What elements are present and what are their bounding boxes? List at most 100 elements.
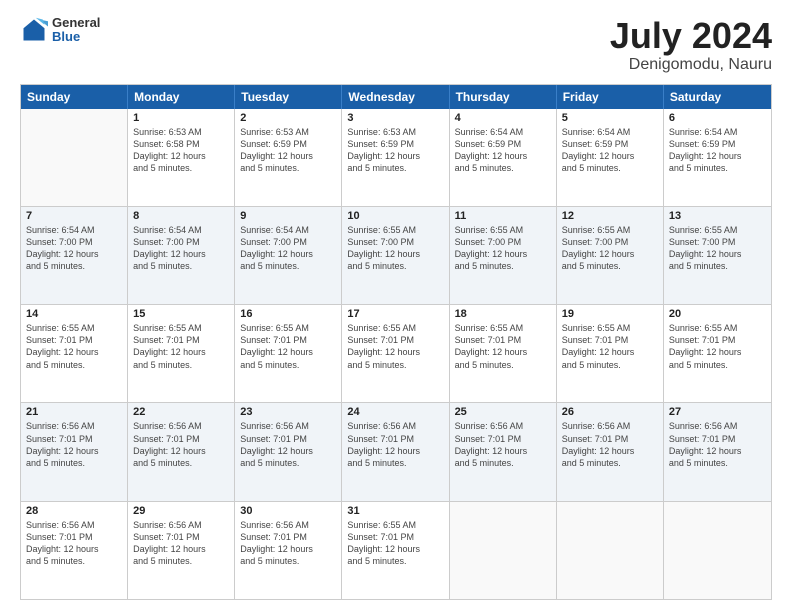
header-day-sunday: Sunday [21,85,128,109]
day-number: 17 [347,308,443,320]
day-number: 25 [455,406,551,418]
day-number: 8 [133,210,229,222]
day-number: 26 [562,406,658,418]
logo-text: General Blue [52,16,100,45]
day-number: 28 [26,505,122,517]
day-number: 31 [347,505,443,517]
calendar-row-5: 28 Sunrise: 6:56 AMSunset: 7:01 PMDayligh… [21,501,771,599]
day-info: Sunrise: 6:55 AMSunset: 7:01 PMDaylight:… [562,322,658,371]
day-info: Sunrise: 6:54 AMSunset: 6:59 PMDaylight:… [562,126,658,175]
day-info: Sunrise: 6:55 AMSunset: 7:00 PMDaylight:… [347,224,443,273]
day-number: 22 [133,406,229,418]
day-info: Sunrise: 6:53 AMSunset: 6:59 PMDaylight:… [240,126,336,175]
calendar-cell: 15Sunrise: 6:55 AMSunset: 7:01 PMDayligh… [128,305,235,402]
calendar-cell: 1Sunrise: 6:53 AMSunset: 6:58 PMDaylight… [128,109,235,206]
calendar-cell [21,109,128,206]
calendar-cell: 31 Sunrise: 6:55 AMSunset: 7:01 PMDayligh… [342,502,449,599]
day-number: 5 [562,112,658,124]
day-info: Sunrise: 6:55 AMSunset: 7:00 PMDaylight:… [669,224,766,273]
day-number: 19 [562,308,658,320]
day-info: Sunrise: 6:56 AMSunset: 7:01 PMDaylight:… [240,519,336,568]
day-number: 11 [455,210,551,222]
day-info: Sunrise: 6:55 AMSunset: 7:01 PMDaylight:… [347,519,443,568]
day-info: Sunrise: 6:55 AMSunset: 7:01 PMDaylight:… [240,322,336,371]
calendar-row-3: 14Sunrise: 6:55 AMSunset: 7:01 PMDayligh… [21,304,771,402]
calendar-cell: 29 Sunrise: 6:56 AMSunset: 7:01 PMDayligh… [128,502,235,599]
day-info: Sunrise: 6:56 AMSunset: 7:01 PMDaylight:… [26,519,122,568]
calendar-cell: 9Sunrise: 6:54 AMSunset: 7:00 PMDaylight… [235,207,342,304]
calendar-cell: 20 Sunrise: 6:55 AMSunset: 7:01 PMDayligh… [664,305,771,402]
logo: General Blue [20,16,100,45]
day-info: Sunrise: 6:56 AMSunset: 7:01 PMDaylight:… [240,420,336,469]
calendar-cell: 13 Sunrise: 6:55 AMSunset: 7:00 PMDayligh… [664,207,771,304]
calendar-row-2: 7 Sunrise: 6:54 AMSunset: 7:00 PMDaylight… [21,206,771,304]
day-info: Sunrise: 6:56 AMSunset: 7:01 PMDaylight:… [133,420,229,469]
calendar-row-1: 1Sunrise: 6:53 AMSunset: 6:58 PMDaylight… [21,109,771,206]
day-info: Sunrise: 6:56 AMSunset: 7:01 PMDaylight:… [347,420,443,469]
calendar-body: 1Sunrise: 6:53 AMSunset: 6:58 PMDaylight… [21,109,771,599]
day-info: Sunrise: 6:54 AMSunset: 6:59 PMDaylight:… [455,126,551,175]
calendar-cell: 8Sunrise: 6:54 AMSunset: 7:00 PMDaylight… [128,207,235,304]
header-day-tuesday: Tuesday [235,85,342,109]
day-info: Sunrise: 6:53 AMSunset: 6:59 PMDaylight:… [347,126,443,175]
day-number: 18 [455,308,551,320]
day-number: 6 [669,112,766,124]
day-info: Sunrise: 6:55 AMSunset: 7:00 PMDaylight:… [562,224,658,273]
calendar-header: SundayMondayTuesdayWednesdayThursdayFrid… [21,85,771,109]
calendar-cell: 23 Sunrise: 6:56 AMSunset: 7:01 PMDayligh… [235,403,342,500]
calendar-cell: 7 Sunrise: 6:54 AMSunset: 7:00 PMDaylight… [21,207,128,304]
calendar-cell: 3 Sunrise: 6:53 AMSunset: 6:59 PMDaylight… [342,109,449,206]
calendar-cell: 28 Sunrise: 6:56 AMSunset: 7:01 PMDayligh… [21,502,128,599]
day-number: 16 [240,308,336,320]
title-block: July 2024 Denigomodu, Nauru [610,16,772,74]
calendar-cell: 12 Sunrise: 6:55 AMSunset: 7:00 PMDayligh… [557,207,664,304]
title-month: July 2024 [610,16,772,56]
day-number: 13 [669,210,766,222]
calendar-cell: 2 Sunrise: 6:53 AMSunset: 6:59 PMDaylight… [235,109,342,206]
day-number: 23 [240,406,336,418]
day-info: Sunrise: 6:55 AMSunset: 7:01 PMDaylight:… [455,322,551,371]
page: General Blue July 2024 Denigomodu, Nauru… [0,0,792,612]
day-number: 10 [347,210,443,222]
day-info: Sunrise: 6:53 AMSunset: 6:58 PMDaylight:… [133,126,229,175]
day-number: 29 [133,505,229,517]
calendar-cell: 25 Sunrise: 6:56 AMSunset: 7:01 PMDayligh… [450,403,557,500]
day-number: 15 [133,308,229,320]
day-info: Sunrise: 6:54 AMSunset: 7:00 PMDaylight:… [26,224,122,273]
day-number: 30 [240,505,336,517]
calendar-cell: 30 Sunrise: 6:56 AMSunset: 7:01 PMDayligh… [235,502,342,599]
header-day-monday: Monday [128,85,235,109]
day-info: Sunrise: 6:56 AMSunset: 7:01 PMDaylight:… [562,420,658,469]
calendar-cell: 18 Sunrise: 6:55 AMSunset: 7:01 PMDayligh… [450,305,557,402]
calendar-cell: 21 Sunrise: 6:56 AMSunset: 7:01 PMDayligh… [21,403,128,500]
logo-blue-text: Blue [52,30,100,44]
calendar-row-4: 21 Sunrise: 6:56 AMSunset: 7:01 PMDayligh… [21,402,771,500]
day-info: Sunrise: 6:55 AMSunset: 7:01 PMDaylight:… [669,322,766,371]
day-info: Sunrise: 6:56 AMSunset: 7:01 PMDaylight:… [455,420,551,469]
header: General Blue July 2024 Denigomodu, Nauru [20,16,772,74]
day-info: Sunrise: 6:54 AMSunset: 6:59 PMDaylight:… [669,126,766,175]
day-info: Sunrise: 6:55 AMSunset: 7:01 PMDaylight:… [26,322,122,371]
day-number: 21 [26,406,122,418]
calendar-cell [450,502,557,599]
header-day-wednesday: Wednesday [342,85,449,109]
calendar-cell: 14Sunrise: 6:55 AMSunset: 7:01 PMDayligh… [21,305,128,402]
day-number: 7 [26,210,122,222]
calendar-cell [664,502,771,599]
day-number: 4 [455,112,551,124]
calendar: SundayMondayTuesdayWednesdayThursdayFrid… [20,84,772,600]
calendar-cell: 17 Sunrise: 6:55 AMSunset: 7:01 PMDayligh… [342,305,449,402]
day-info: Sunrise: 6:56 AMSunset: 7:01 PMDaylight:… [133,519,229,568]
day-info: Sunrise: 6:55 AMSunset: 7:01 PMDaylight:… [347,322,443,371]
day-number: 20 [669,308,766,320]
calendar-cell: 24Sunrise: 6:56 AMSunset: 7:01 PMDayligh… [342,403,449,500]
logo-icon [20,16,48,44]
day-number: 12 [562,210,658,222]
day-info: Sunrise: 6:55 AMSunset: 7:00 PMDaylight:… [455,224,551,273]
day-number: 27 [669,406,766,418]
day-number: 2 [240,112,336,124]
day-info: Sunrise: 6:56 AMSunset: 7:01 PMDaylight:… [26,420,122,469]
day-info: Sunrise: 6:56 AMSunset: 7:01 PMDaylight:… [669,420,766,469]
day-number: 3 [347,112,443,124]
calendar-cell: 19 Sunrise: 6:55 AMSunset: 7:01 PMDayligh… [557,305,664,402]
